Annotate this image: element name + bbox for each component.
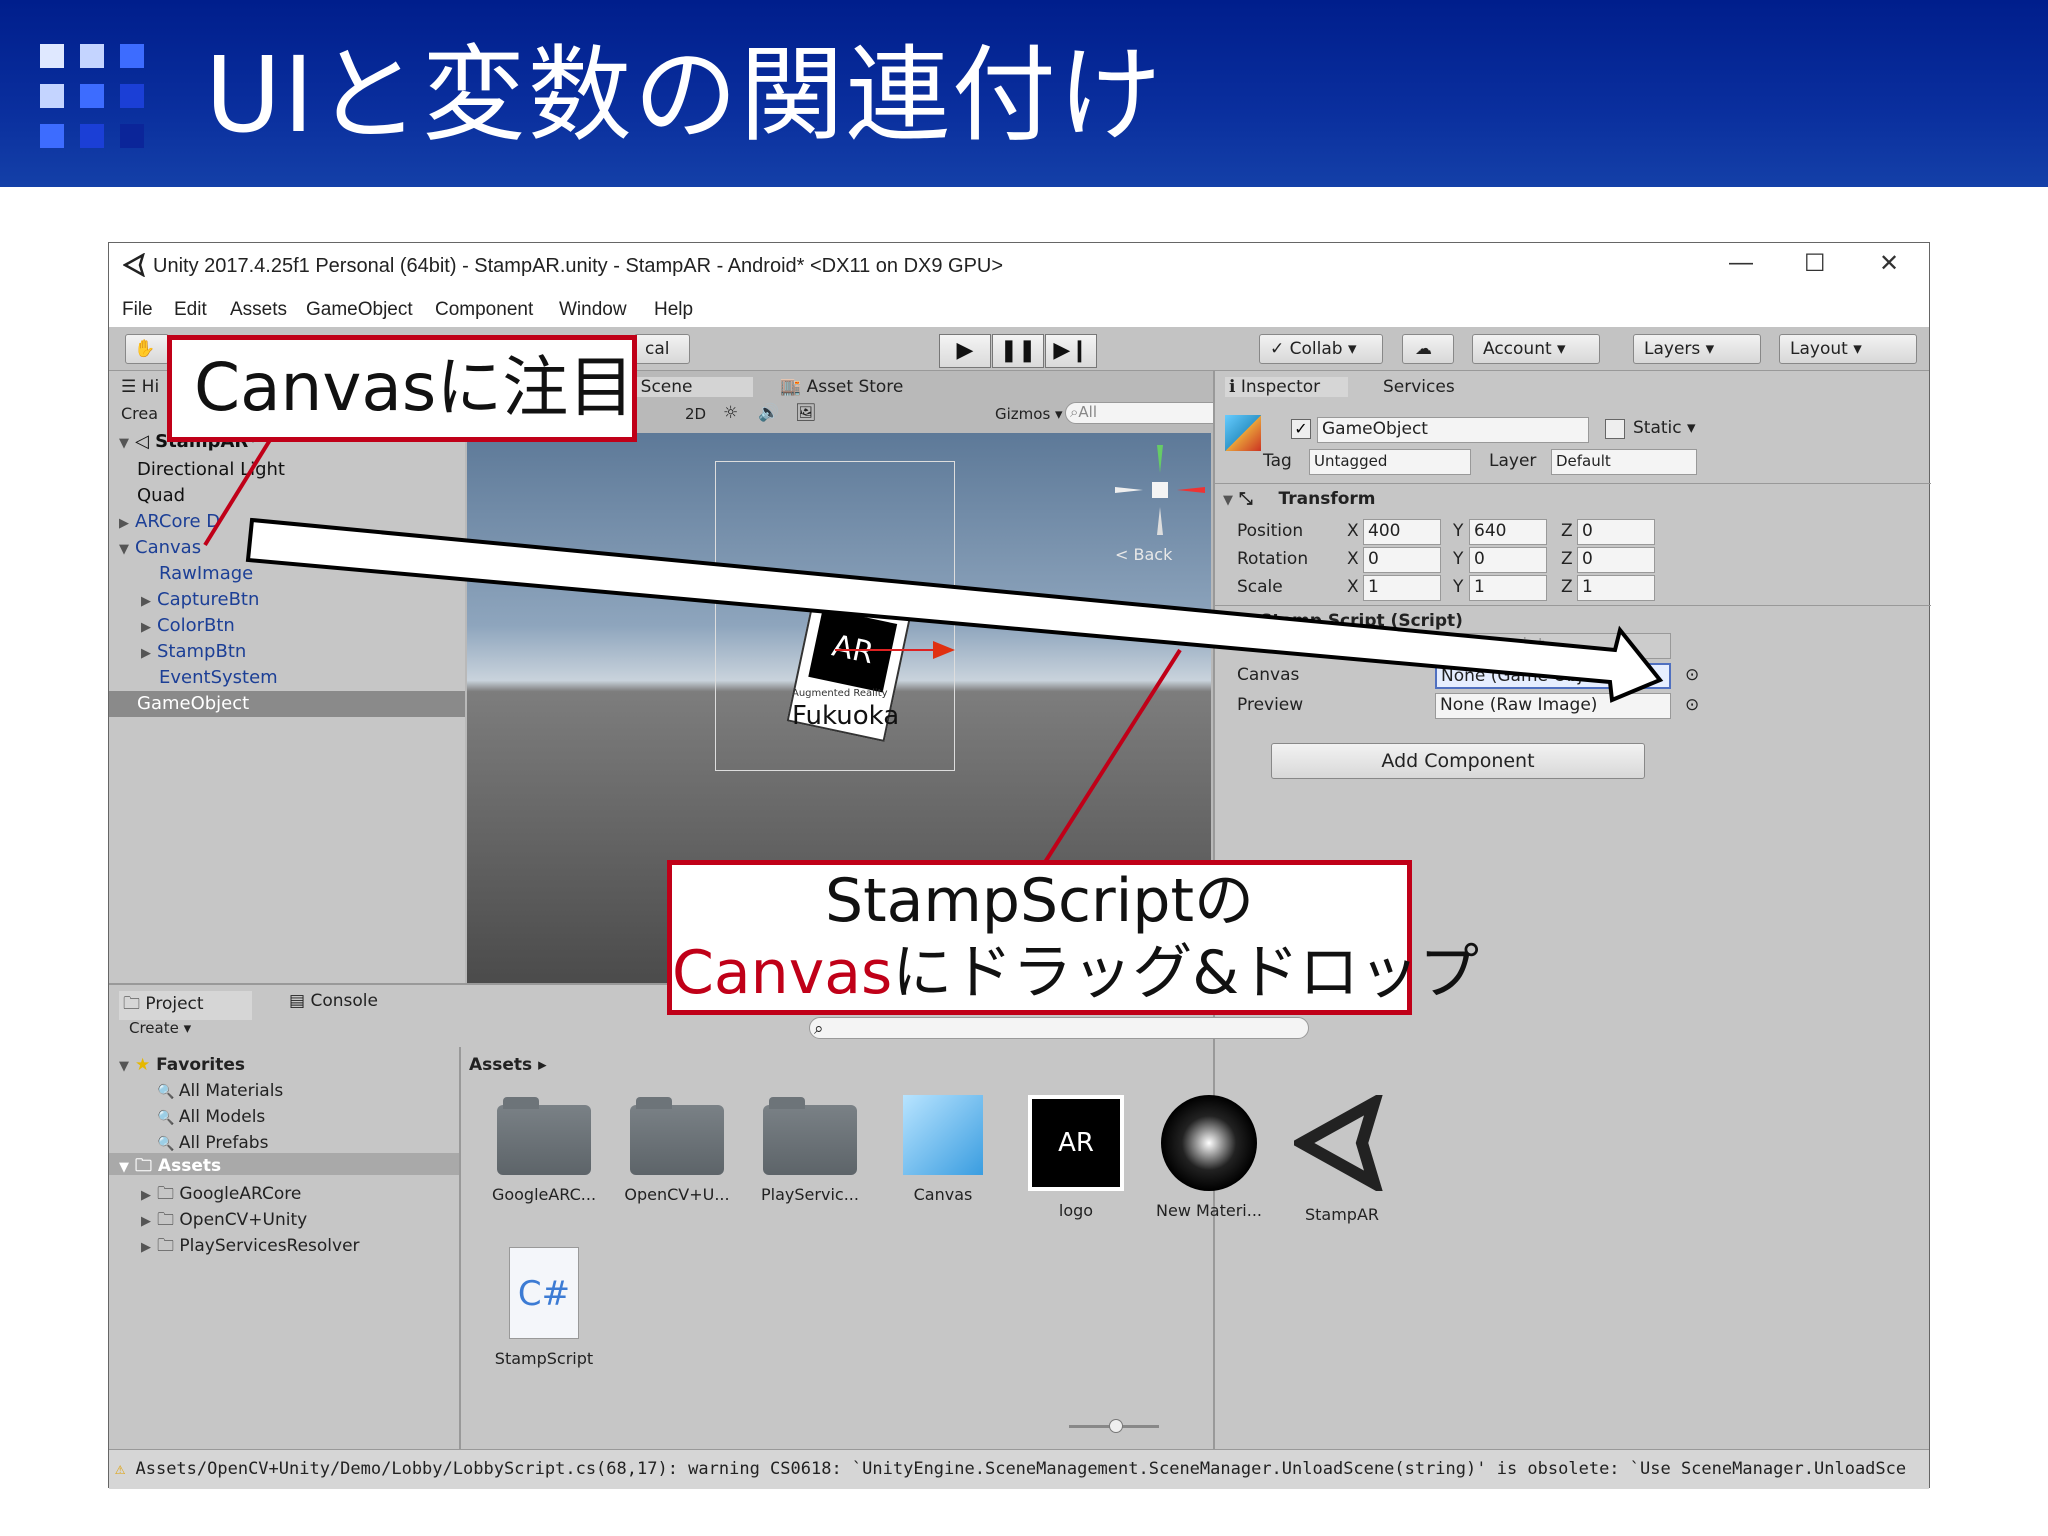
drag-arrow-icon bbox=[245, 517, 1664, 703]
drag-drop-callout: StampScriptの Canvasにドラッグ&ドロップ bbox=[667, 860, 1480, 1015]
callout-line-1: StampScriptの bbox=[825, 866, 1254, 936]
canvas-focus-callout: Canvasに注目 bbox=[167, 335, 637, 442]
callout-pointer-line bbox=[1038, 648, 1182, 872]
annotation-overlay bbox=[203, 438, 1664, 872]
callout-line-2: Canvasにドラッグ&ドロップ bbox=[672, 938, 1480, 1008]
